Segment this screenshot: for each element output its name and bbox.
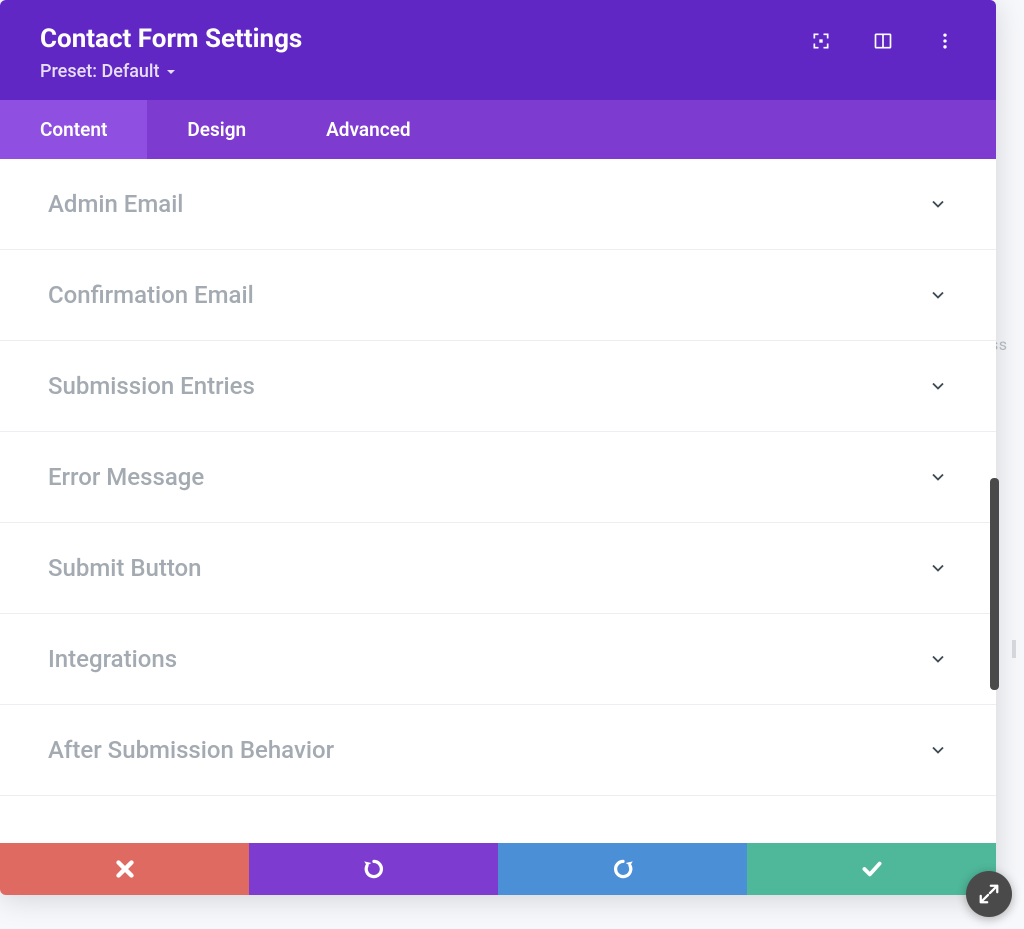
section-label: After Submission Behavior <box>48 736 334 764</box>
chevron-down-icon <box>928 194 948 214</box>
section-after-submission-behavior[interactable]: After Submission Behavior <box>0 705 996 796</box>
background-bar-artifact <box>1012 640 1016 658</box>
undo-icon <box>361 856 387 882</box>
expand-toggle-button[interactable] <box>966 871 1012 917</box>
panel-header: Contact Form Settings Preset: Default <box>0 0 996 100</box>
section-label: Admin Email <box>48 190 183 218</box>
scrollbar-thumb[interactable] <box>990 478 999 690</box>
preset-label: Preset: Default <box>40 61 160 82</box>
panel-title: Contact Form Settings <box>40 24 302 55</box>
redo-icon <box>610 856 636 882</box>
section-confirmation-email[interactable]: Confirmation Email <box>0 250 996 341</box>
tab-advanced[interactable]: Advanced <box>286 100 450 159</box>
more-options-icon[interactable] <box>934 30 956 52</box>
header-left: Contact Form Settings Preset: Default <box>40 24 302 82</box>
tab-design[interactable]: Design <box>147 100 286 159</box>
chevron-down-icon <box>928 740 948 760</box>
section-label: Submission Entries <box>48 372 255 400</box>
preset-selector[interactable]: Preset: Default <box>40 61 302 82</box>
chevron-down-icon <box>928 649 948 669</box>
undo-button[interactable] <box>249 843 498 895</box>
section-submission-entries[interactable]: Submission Entries <box>0 341 996 432</box>
section-integrations[interactable]: Integrations <box>0 614 996 705</box>
expand-arrows-icon <box>978 883 1000 905</box>
section-label: Integrations <box>48 645 177 673</box>
tab-content[interactable]: Content <box>0 100 147 159</box>
chevron-down-icon <box>928 467 948 487</box>
section-label: Confirmation Email <box>48 281 254 309</box>
section-admin-email[interactable]: Admin Email <box>0 159 996 250</box>
chevron-down-icon <box>928 376 948 396</box>
section-error-message[interactable]: Error Message <box>0 432 996 523</box>
tabs-bar: Content Design Advanced <box>0 100 996 159</box>
sections-list[interactable]: Admin Email Confirmation Email Submissio… <box>0 159 996 843</box>
section-label: Error Message <box>48 463 204 491</box>
redo-button[interactable] <box>498 843 747 895</box>
section-submit-button[interactable]: Submit Button <box>0 523 996 614</box>
close-icon <box>112 856 138 882</box>
save-button[interactable] <box>747 843 996 895</box>
settings-panel: Contact Form Settings Preset: Default <box>0 0 996 895</box>
chevron-down-icon <box>928 285 948 305</box>
caret-down-icon <box>166 67 176 77</box>
responsive-view-icon[interactable] <box>810 30 832 52</box>
header-actions <box>810 24 956 52</box>
panel-layout-icon[interactable] <box>872 30 894 52</box>
chevron-down-icon <box>928 558 948 578</box>
check-icon <box>859 856 885 882</box>
section-label: Submit Button <box>48 554 202 582</box>
cancel-button[interactable] <box>0 843 249 895</box>
footer-actions <box>0 843 996 895</box>
